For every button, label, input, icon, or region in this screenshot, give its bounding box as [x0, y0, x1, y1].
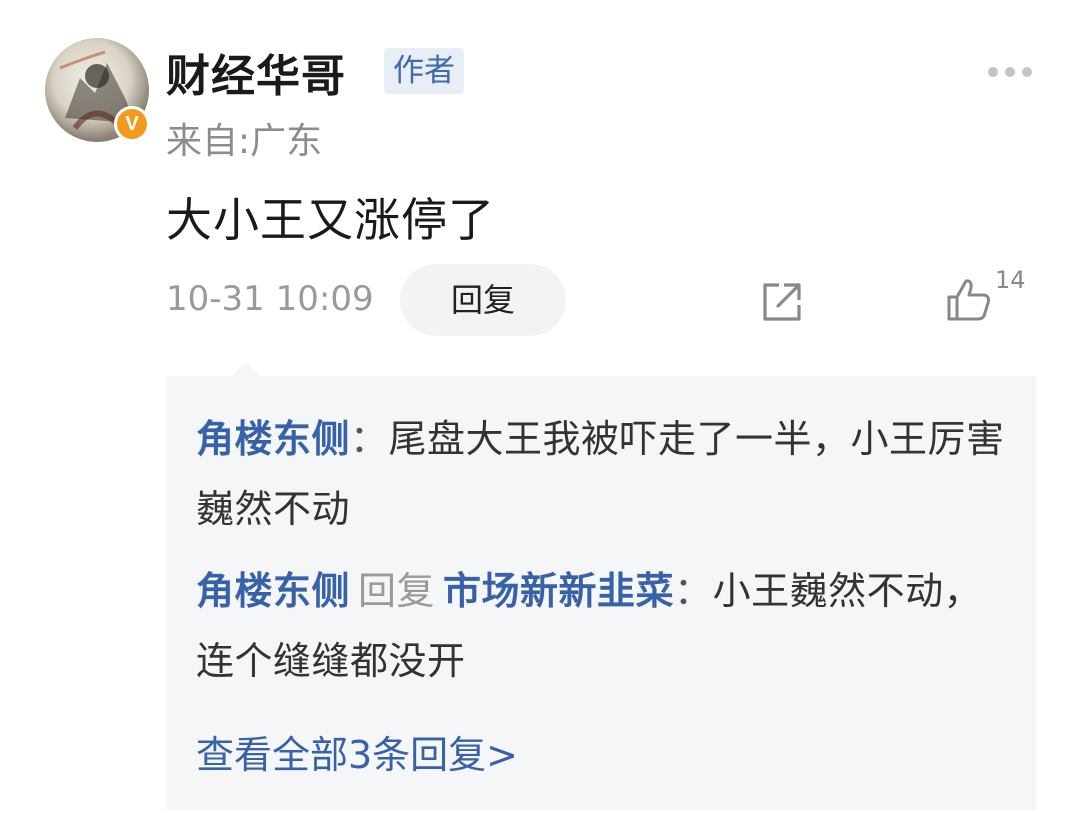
reply-user[interactable]: 角楼东侧 — [196, 569, 350, 613]
reply-item[interactable]: 角楼东侧 回复 市场新新韭菜：小王巍然不动，连个缝缝都没开 — [196, 556, 1006, 696]
reply-target-user[interactable]: 市场新新韭菜 — [443, 569, 674, 613]
like-count: 14 — [995, 266, 1026, 294]
reply-item[interactable]: 角楼东侧：尾盘大王我被吓走了一半，小王厉害巍然不动 — [196, 404, 1006, 544]
author-name[interactable]: 财经华哥 — [166, 40, 346, 104]
more-dots-icon[interactable] — [986, 64, 1034, 78]
reply-word: 回复 — [358, 569, 436, 613]
reply-separator: ： — [350, 417, 389, 461]
reply-button[interactable]: 回复 — [400, 264, 566, 336]
replies-notch — [232, 362, 260, 376]
replies-panel: 角楼东侧：尾盘大王我被吓走了一半，小王厉害巍然不动 角楼东侧 回复 市场新新韭菜：小… — [166, 362, 1036, 810]
post-timestamp: 10-31 10:09 — [166, 279, 374, 319]
thumbs-up-icon[interactable] — [945, 277, 993, 327]
location-label: 来自:广东 — [166, 121, 323, 162]
view-all-replies-link[interactable]: 查看全部3条回复> — [196, 724, 518, 779]
reply-user[interactable]: 角楼东侧 — [196, 417, 350, 461]
post-content: 大小王又涨停了 — [166, 193, 495, 247]
author-tag: 作者 — [384, 48, 464, 94]
reply-separator: ： — [674, 569, 713, 613]
verified-badge: V — [114, 106, 150, 142]
share-external-icon[interactable] — [760, 280, 804, 328]
